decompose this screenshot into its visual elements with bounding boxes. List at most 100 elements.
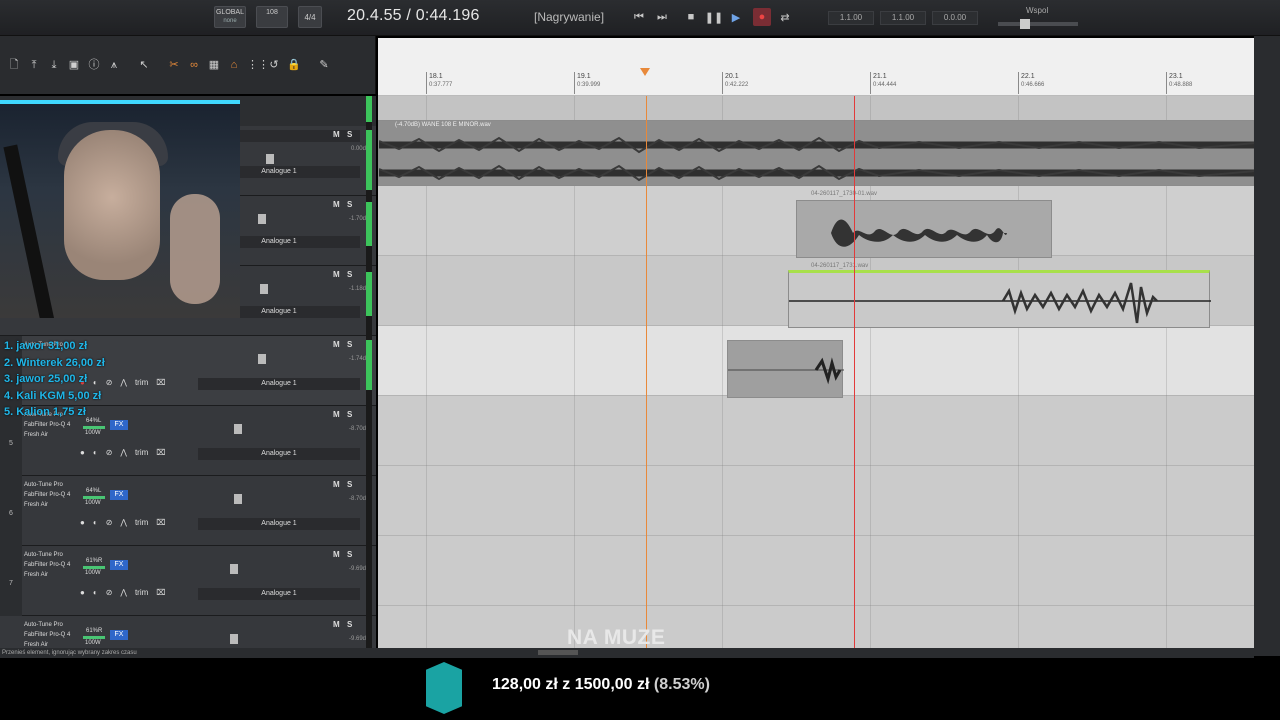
loop-start-field[interactable]: 1.1.00 <box>828 11 874 25</box>
volume-fader[interactable] <box>134 494 360 504</box>
fx-bypass-icon[interactable]: ⌧ <box>156 378 165 387</box>
fader-handle[interactable] <box>230 564 238 574</box>
fader-handle[interactable] <box>234 424 242 434</box>
volume-fader[interactable] <box>134 564 360 574</box>
offset-field[interactable]: 0.0.00 <box>932 11 978 25</box>
record-icon[interactable]: ● <box>753 8 771 26</box>
beat-clip[interactable]: (-4.70dB) WANE 108 E MINOR.wav <box>378 120 1254 186</box>
envelope-icon[interactable]: ⋀ <box>120 518 127 527</box>
pan-value[interactable]: 64%L <box>86 488 101 494</box>
fx-bypass-icon[interactable]: ⌧ <box>156 448 165 457</box>
wspol-slider[interactable] <box>998 19 1078 29</box>
volume-fader[interactable] <box>134 634 360 644</box>
solo-button[interactable]: S <box>347 410 352 419</box>
fader-handle[interactable] <box>266 154 274 164</box>
envelope-icon[interactable]: ⋀ <box>120 448 127 457</box>
loop-icon[interactable]: ⇄ <box>776 8 794 26</box>
go-to-start-icon[interactable]: ⏮ <box>630 8 648 26</box>
scrollbar-thumb[interactable] <box>538 650 578 655</box>
info-icon[interactable]: ⓘ <box>87 58 101 72</box>
output-select[interactable]: Analogue 1 <box>198 378 360 390</box>
width-value[interactable]: 100W <box>85 570 101 576</box>
vocal-clip-1[interactable]: 04-260117_1730-01.wav <box>796 191 1052 258</box>
monitor-icon[interactable]: ◐ <box>93 518 98 527</box>
mute-button[interactable]: M <box>333 270 340 279</box>
width-value[interactable]: 100W <box>85 430 101 436</box>
trim-button[interactable]: trim <box>135 518 148 527</box>
phase-icon[interactable]: ⊘ <box>106 588 113 597</box>
track-row[interactable]: 6 Auto-Tune Pro FabFilter Pro-Q 4 Fresh Ai… <box>0 476 376 546</box>
solo-button[interactable]: S <box>347 550 352 559</box>
pencil-icon[interactable]: ✎ <box>317 58 331 72</box>
trim-button[interactable]: trim <box>135 448 148 457</box>
plugin-list[interactable]: Auto-Tune Pro FabFilter Pro-Q 4 Fresh Air <box>24 620 78 648</box>
solo-button[interactable]: S <box>347 130 352 139</box>
fx-bypass-icon[interactable]: ⌧ <box>156 518 165 527</box>
snap-icon[interactable]: ⌂ <box>227 58 241 72</box>
export-icon[interactable]: ⤓ <box>47 58 61 72</box>
solo-button[interactable]: S <box>347 270 352 279</box>
solo-button[interactable]: S <box>347 340 352 349</box>
volume-fader[interactable] <box>134 424 360 434</box>
fx-bypass-icon[interactable]: ⌧ <box>156 588 165 597</box>
mute-button[interactable]: M <box>333 130 340 139</box>
trim-button[interactable]: trim <box>135 588 148 597</box>
play-icon[interactable]: ▶ <box>727 8 745 26</box>
link-icon[interactable]: ∞ <box>187 58 201 72</box>
record-arm-icon[interactable]: ● <box>80 518 85 527</box>
envelope-icon[interactable]: ⋀ <box>120 378 127 387</box>
fader-handle[interactable] <box>258 354 266 364</box>
fader-handle[interactable] <box>230 634 238 644</box>
phase-icon[interactable]: ⊘ <box>106 518 113 527</box>
horizontal-scrollbar[interactable] <box>378 648 1254 658</box>
output-select[interactable]: Analogue 1 <box>198 518 360 530</box>
record-arm-icon[interactable]: ● <box>80 448 85 457</box>
go-to-end-icon[interactable]: ⏭ <box>653 8 671 26</box>
solo-button[interactable]: S <box>347 620 352 629</box>
fader-handle[interactable] <box>260 284 268 294</box>
output-select[interactable]: Analogue 1 <box>198 588 360 600</box>
pointer-icon[interactable]: ↖ <box>137 58 151 72</box>
phase-icon[interactable]: ⊘ <box>106 378 113 387</box>
mute-button[interactable]: M <box>333 340 340 349</box>
monitor-icon[interactable]: ◐ <box>93 448 98 457</box>
solo-button[interactable]: S <box>347 200 352 209</box>
track-row[interactable]: 7 Auto-Tune Pro FabFilter Pro-Q 4 Fresh Ai… <box>0 546 376 616</box>
import-icon[interactable]: ⤒ <box>27 58 41 72</box>
record-arm-icon[interactable]: ● <box>80 588 85 597</box>
fx-button[interactable]: FX <box>110 420 128 430</box>
new-file-icon[interactable]: 🗋 <box>7 58 21 72</box>
quantize-icon[interactable]: ⋮⋮ <box>247 58 269 72</box>
envelope-icon[interactable]: ⋀ <box>120 588 127 597</box>
plugin-list[interactable]: Auto-Tune Pro FabFilter Pro-Q 4 Fresh Air <box>24 480 78 510</box>
volume-fader[interactable] <box>134 354 360 364</box>
save-icon[interactable]: ▣ <box>67 58 81 72</box>
lock-icon[interactable]: 🔒 <box>287 58 301 72</box>
stop-icon[interactable]: ■ <box>682 8 700 26</box>
mute-button[interactable]: M <box>333 200 340 209</box>
phase-icon[interactable]: ⊘ <box>106 448 113 457</box>
fader-handle[interactable] <box>258 214 266 224</box>
grid-icon[interactable]: ▦ <box>207 58 221 72</box>
cut-icon[interactable]: ✂ <box>167 58 181 72</box>
pan-value[interactable]: 61%R <box>86 628 102 634</box>
meter-field[interactable]: 4/4 <box>298 6 322 28</box>
fader-handle[interactable] <box>234 494 242 504</box>
output-select[interactable]: Analogue 1 <box>198 448 360 460</box>
playhead-marker[interactable] <box>640 68 650 76</box>
mute-button[interactable]: M <box>333 550 340 559</box>
pan-value[interactable]: 61%R <box>86 558 102 564</box>
width-value[interactable]: 100W <box>85 640 101 646</box>
fx-button[interactable]: FX <box>110 490 128 500</box>
monitor-icon[interactable]: ◐ <box>93 588 98 597</box>
solo-button[interactable]: S <box>347 480 352 489</box>
global-button[interactable]: GLOBAL none <box>214 6 246 28</box>
vocal-clip-2[interactable]: 04-260117_1731.wav <box>788 263 1211 328</box>
track-row[interactable]: Auto-Tune Pro FabFilter Pro-Q 4 Fresh Air … <box>0 616 376 648</box>
timeline-ruler[interactable]: 18.1 0:37.777 19.1 0:39.999 20.1 0:42.222 2… <box>378 38 1254 96</box>
wspol-slider-handle[interactable] <box>1020 19 1030 29</box>
mute-button[interactable]: M <box>333 620 340 629</box>
undo-icon[interactable]: ↺ <box>267 58 281 72</box>
fx-button[interactable]: FX <box>110 630 128 640</box>
width-value[interactable]: 100W <box>85 500 101 506</box>
